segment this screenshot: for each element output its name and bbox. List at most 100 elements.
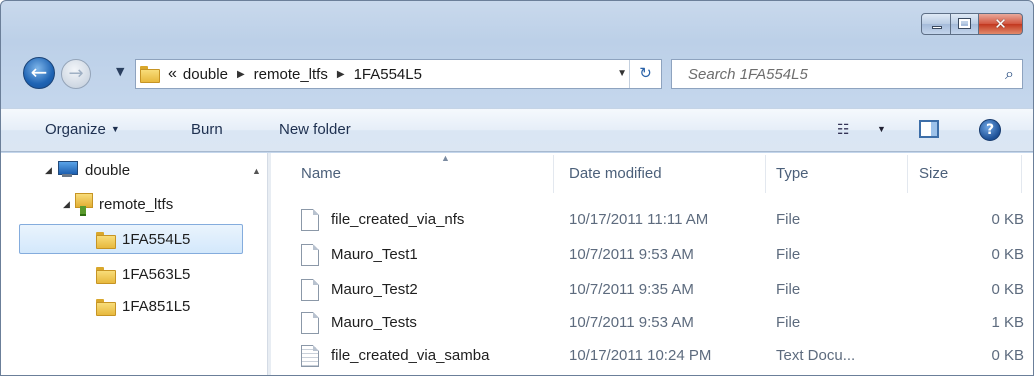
file-size: 0 KB (991, 347, 1024, 364)
column-header-type[interactable]: Type (776, 165, 809, 182)
forward-arrow-icon: → (68, 63, 84, 84)
preview-pane-icon[interactable] (919, 120, 939, 138)
file-name: file_created_via_samba (331, 347, 490, 364)
search-input[interactable] (686, 61, 986, 87)
address-bar[interactable]: « double ▶ remote_ltfs ▶ 1FA554L5 ▼ ↻ (135, 59, 662, 89)
tree-item-1fa554l5[interactable]: 1FA554L5 (19, 224, 243, 254)
folder-icon (96, 298, 116, 316)
refresh-button[interactable]: ↻ (629, 60, 661, 88)
file-icon (301, 209, 319, 231)
search-box: ⌕ (671, 59, 1023, 89)
maximize-button[interactable] (951, 13, 979, 35)
file-name: file_created_via_nfs (331, 211, 465, 228)
file-name: Mauro_Test1 (331, 246, 418, 263)
breadcrumb-overflow[interactable]: « (168, 65, 177, 83)
file-date: 10/7/2011 9:53 AM (569, 246, 694, 263)
column-divider[interactable] (1021, 155, 1022, 193)
breadcrumb: « double ▶ remote_ltfs ▶ 1FA554L5 (168, 65, 422, 83)
file-date: 10/17/2011 10:24 PM (569, 347, 712, 364)
help-icon[interactable]: ? (979, 119, 1001, 141)
change-view-icon[interactable]: ☷ (837, 122, 850, 138)
column-headers: ▲ Name Date modified Type Size (271, 153, 1033, 197)
folder-icon (96, 266, 116, 284)
back-button[interactable]: ← (23, 57, 55, 89)
file-date: 10/7/2011 9:35 AM (569, 281, 694, 298)
file-date: 10/7/2011 9:53 AM (569, 314, 694, 331)
recent-pages-dropdown[interactable]: ▼ (116, 65, 124, 78)
file-row[interactable]: Mauro_Test2 10/7/2011 9:35 AM File 0 KB (291, 275, 1033, 307)
expanded-triangle-icon[interactable]: ◢ (45, 165, 57, 176)
caption-buttons: ✕ (921, 13, 1023, 35)
navigation-bar: ← → ▼ « double ▶ remote_ltfs ▶ 1FA554L5 … (1, 57, 1033, 91)
file-type: File (776, 211, 801, 228)
file-row[interactable]: file_created_via_samba 10/17/2011 10:24 … (291, 341, 1033, 373)
file-row[interactable]: file_created_via_nfs 10/17/2011 11:11 AM… (291, 205, 1033, 237)
navigation-scrollbar[interactable]: ▲ (247, 153, 267, 375)
tree-item-label: 1FA851L5 (122, 297, 191, 315)
organize-label: Organize (45, 121, 106, 138)
back-arrow-icon: ← (30, 60, 48, 84)
column-divider[interactable] (907, 155, 908, 193)
address-dropdown-icon[interactable]: ▼ (617, 68, 627, 79)
network-folder-icon (75, 193, 93, 216)
file-icon (301, 312, 319, 334)
breadcrumb-separator-icon[interactable]: ▶ (337, 69, 345, 80)
file-type: Text Docu... (776, 347, 856, 364)
scroll-up-icon[interactable]: ▲ (252, 166, 261, 176)
column-header-date-modified[interactable]: Date modified (569, 165, 662, 182)
new-folder-button[interactable]: New folder (279, 121, 351, 138)
burn-button[interactable]: Burn (191, 121, 223, 138)
maximize-icon (958, 18, 971, 29)
column-header-size[interactable]: Size (919, 165, 948, 182)
organize-button[interactable]: Organize ▼ (45, 121, 120, 138)
column-divider[interactable] (553, 155, 554, 193)
file-size: 0 KB (991, 211, 1024, 228)
breadcrumb-item-remote-ltfs[interactable]: remote_ltfs (254, 66, 328, 83)
file-name: Mauro_Tests (331, 314, 417, 331)
file-type: File (776, 246, 801, 263)
file-row[interactable]: Mauro_Tests 10/7/2011 9:53 AM File 1 KB (291, 308, 1033, 340)
tree-item-1fa563l5[interactable]: 1FA563L5 (96, 259, 190, 289)
navigation-pane: ◢ double ◢ remote_ltfs 1FA554L5 1FA563L5… (1, 153, 267, 375)
column-header-name[interactable]: Name (301, 165, 341, 182)
file-size: 0 KB (991, 246, 1024, 263)
breadcrumb-item-current[interactable]: 1FA554L5 (354, 66, 422, 83)
column-divider[interactable] (765, 155, 766, 193)
file-type: File (776, 314, 801, 331)
file-date: 10/17/2011 11:11 AM (569, 211, 709, 228)
tree-item-remote-ltfs[interactable]: ◢ remote_ltfs (63, 189, 173, 219)
computer-icon (57, 161, 78, 179)
chevron-down-icon: ▼ (110, 124, 120, 134)
sort-ascending-icon: ▲ (441, 153, 450, 163)
tree-item-label: remote_ltfs (99, 195, 174, 213)
search-icon[interactable]: ⌕ (1005, 64, 1014, 84)
file-type: File (776, 281, 801, 298)
minimize-icon (932, 26, 942, 29)
view-options-dropdown-icon[interactable]: ▼ (877, 124, 886, 134)
tree-item-1fa851l5[interactable]: 1FA851L5 (96, 291, 190, 321)
tree-item-label: double (85, 161, 131, 179)
file-name: Mauro_Test2 (331, 281, 418, 298)
content-area: ◢ double ◢ remote_ltfs 1FA554L5 1FA563L5… (1, 153, 1033, 375)
file-icon (301, 244, 319, 266)
close-icon: ✕ (994, 15, 1007, 33)
tree-item-double[interactable]: ◢ double (45, 155, 130, 185)
file-size: 0 KB (991, 281, 1024, 298)
text-file-icon (301, 345, 319, 367)
explorer-window: ✕ ← → ▼ « double ▶ remote_ltfs ▶ 1FA554L… (0, 0, 1034, 376)
file-row[interactable]: Mauro_Test1 10/7/2011 9:53 AM File 0 KB (291, 240, 1033, 272)
expanded-triangle-icon[interactable]: ◢ (63, 199, 75, 210)
folder-icon (140, 66, 160, 83)
close-button[interactable]: ✕ (979, 13, 1023, 35)
file-icon (301, 279, 319, 301)
minimize-button[interactable] (921, 13, 951, 35)
file-size: 1 KB (991, 314, 1024, 331)
tree-item-label: 1FA554L5 (122, 230, 191, 248)
breadcrumb-separator-icon[interactable]: ▶ (237, 69, 245, 80)
folder-icon (140, 66, 160, 83)
folder-icon (96, 231, 116, 249)
command-bar: Organize ▼ Burn New folder ☷ ▼ ? (1, 108, 1033, 152)
breadcrumb-item-double[interactable]: double (183, 66, 228, 83)
forward-button[interactable]: → (61, 59, 91, 89)
tree-item-label: 1FA563L5 (122, 265, 191, 283)
